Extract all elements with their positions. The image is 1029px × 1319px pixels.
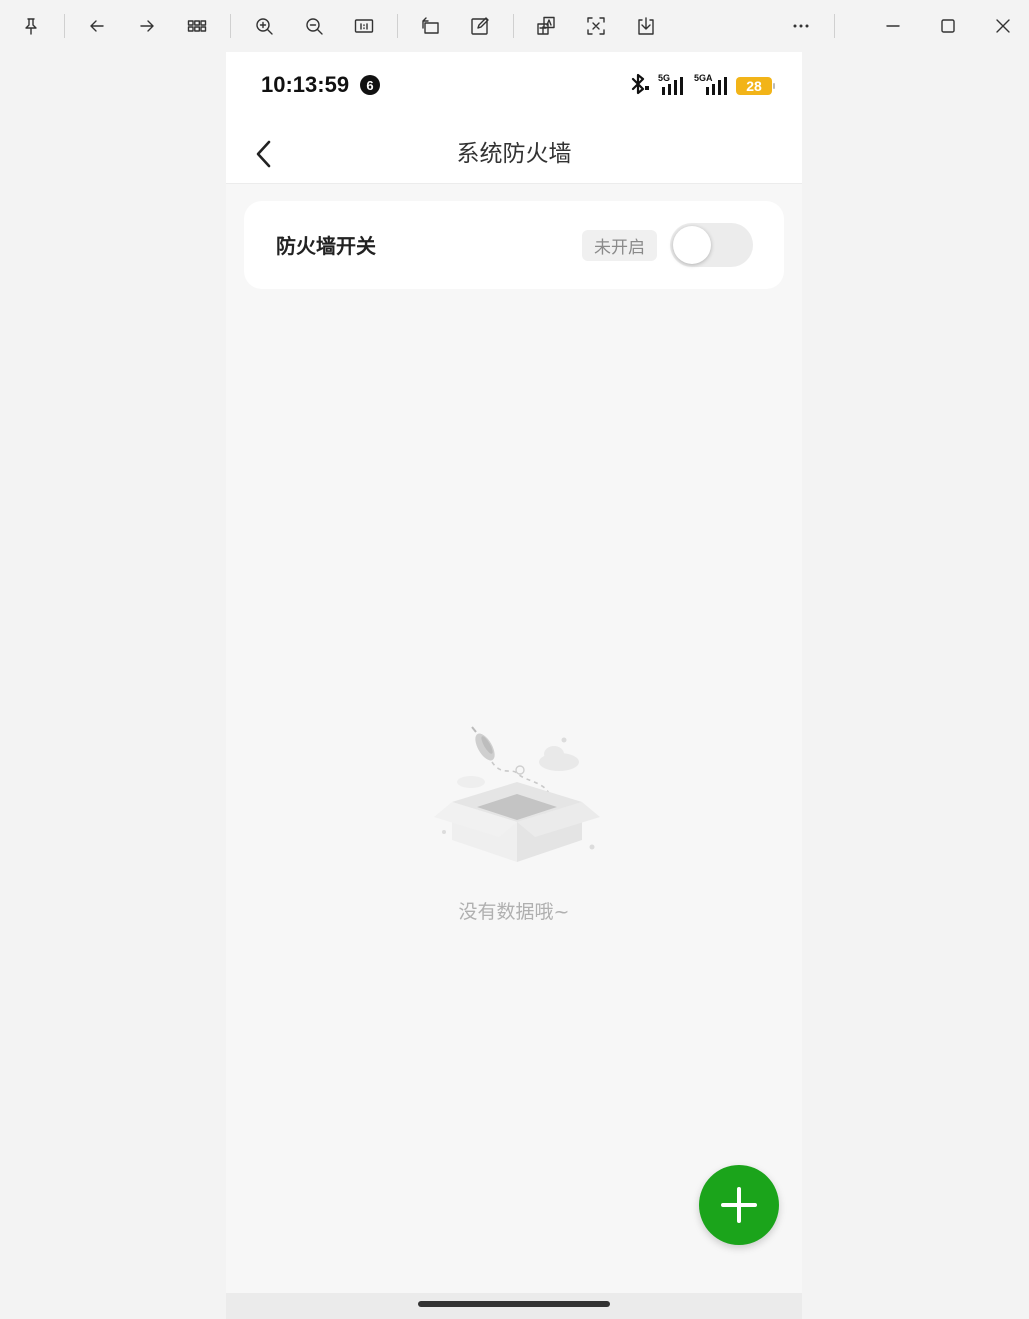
add-button[interactable]: [699, 1165, 779, 1245]
signal-5ga-icon: 5GA: [692, 73, 728, 97]
toolbar-divider: [64, 14, 65, 38]
status-bar: 10:13:59 6 5G 5GA 28: [226, 52, 802, 130]
notification-badge: 6: [360, 75, 380, 95]
viewer-toolbar: [0, 0, 1029, 52]
download-icon[interactable]: [630, 10, 662, 42]
more-icon[interactable]: [785, 10, 817, 42]
actual-size-icon[interactable]: [348, 10, 380, 42]
empty-state-text: 没有数据哦~: [458, 901, 570, 923]
firewall-switch-card: 防火墙开关 未开启: [244, 201, 784, 289]
zoom-out-icon[interactable]: [298, 10, 330, 42]
toolbar-divider: [513, 14, 514, 38]
rotate-icon[interactable]: [414, 10, 446, 42]
arrow-left-icon[interactable]: [81, 10, 113, 42]
home-indicator[interactable]: [418, 1301, 610, 1307]
battery-icon: 28: [736, 77, 775, 95]
toolbar-divider: [397, 14, 398, 38]
nav-bar: 系统防火墙: [226, 130, 802, 184]
pin-icon[interactable]: [15, 10, 47, 42]
empty-box-illustration: [432, 722, 602, 872]
firewall-toggle[interactable]: [670, 223, 753, 267]
maximize-icon[interactable]: [932, 10, 964, 42]
zoom-in-icon[interactable]: [248, 10, 280, 42]
toggle-knob: [673, 226, 711, 264]
minimize-icon[interactable]: [877, 10, 909, 42]
close-icon[interactable]: [987, 10, 1019, 42]
arrow-right-icon[interactable]: [131, 10, 163, 42]
translate-icon[interactable]: [530, 10, 562, 42]
firewall-switch-label: 防火墙开关: [276, 234, 376, 258]
toolbar-divider: [834, 14, 835, 38]
status-time: 10:13:59: [261, 72, 350, 97]
page-title: 系统防火墙: [456, 141, 572, 167]
plus-icon: [721, 1187, 757, 1223]
grid-view-icon[interactable]: [181, 10, 213, 42]
home-indicator-area: [226, 1293, 802, 1319]
status-badge: 未开启: [582, 230, 657, 261]
toolbar-divider: [230, 14, 231, 38]
edit-icon[interactable]: [464, 10, 496, 42]
bluetooth-icon: [630, 73, 650, 99]
status-icons: 5G 5GA 28: [630, 73, 775, 99]
phone-screen: 10:13:59 6 5G 5GA 28 系统防火墙 防火墙开关 未开启 没有数…: [226, 52, 802, 1319]
ocr-icon[interactable]: [580, 10, 612, 42]
signal-5g-icon: 5G: [658, 73, 684, 97]
